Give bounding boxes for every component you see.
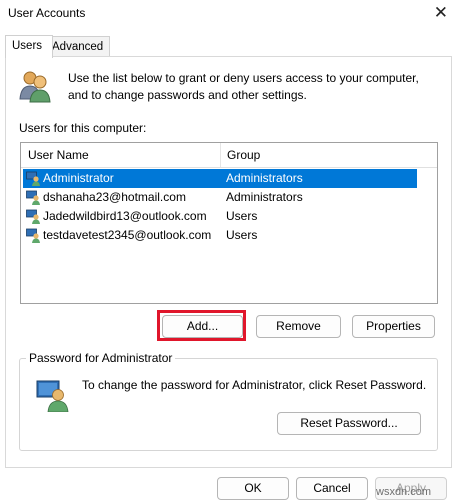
user-name-cell: testdavetest2345@outlook.com — [43, 228, 212, 242]
group-cell: Administrators — [226, 171, 303, 185]
list-header: User Name Group — [21, 143, 437, 168]
title-bar: User Accounts ✕ — [0, 0, 456, 30]
user-icon — [26, 171, 40, 186]
group-cell: Users — [226, 228, 258, 242]
list-item[interactable]: testdavetest2345@outlook.com Users — [23, 226, 417, 245]
users-list[interactable]: User Name Group Administrator Administra… — [20, 142, 438, 304]
users-icon — [19, 71, 51, 103]
reset-password-button[interactable]: Reset Password... — [277, 412, 421, 435]
user-name-cell: Jadedwildbird13@outlook.com — [43, 209, 207, 223]
password-info-text: To change the password for Administrator… — [82, 378, 427, 392]
cancel-button[interactable]: Cancel — [296, 477, 368, 500]
list-item[interactable]: Jadedwildbird13@outlook.com Users — [23, 207, 417, 226]
user-name-cell: dshanaha23@hotmail.com — [43, 190, 186, 204]
watermark: wsxdn.com — [376, 486, 432, 498]
column-header-user-name[interactable]: User Name — [21, 143, 221, 167]
description-text: Use the list below to grant or deny user… — [68, 71, 419, 102]
close-icon[interactable]: ✕ — [434, 3, 448, 23]
remove-button[interactable]: Remove — [256, 315, 341, 338]
user-icon — [26, 190, 40, 205]
group-cell: Users — [226, 209, 258, 223]
add-button[interactable]: Add... — [162, 315, 243, 338]
window-title: User Accounts — [8, 6, 86, 20]
password-group-legend: Password for Administrator — [26, 351, 176, 365]
properties-button[interactable]: Properties — [352, 315, 435, 338]
tab-users[interactable]: Users — [5, 35, 53, 58]
group-cell: Administrators — [226, 190, 303, 204]
user-icon — [26, 228, 40, 243]
tab-advanced[interactable]: Advanced — [45, 36, 111, 57]
password-group-box — [19, 358, 438, 451]
user-name-cell: Administrator — [43, 171, 114, 185]
users-list-label: Users for this computer: — [19, 121, 147, 135]
user-icon — [26, 209, 40, 224]
ok-button[interactable]: OK — [217, 477, 289, 500]
list-item[interactable]: dshanaha23@hotmail.com Administrators — [23, 188, 417, 207]
user-key-icon — [36, 380, 69, 412]
list-item[interactable]: Administrator Administrators — [23, 169, 417, 188]
column-header-group[interactable]: Group — [220, 143, 427, 167]
